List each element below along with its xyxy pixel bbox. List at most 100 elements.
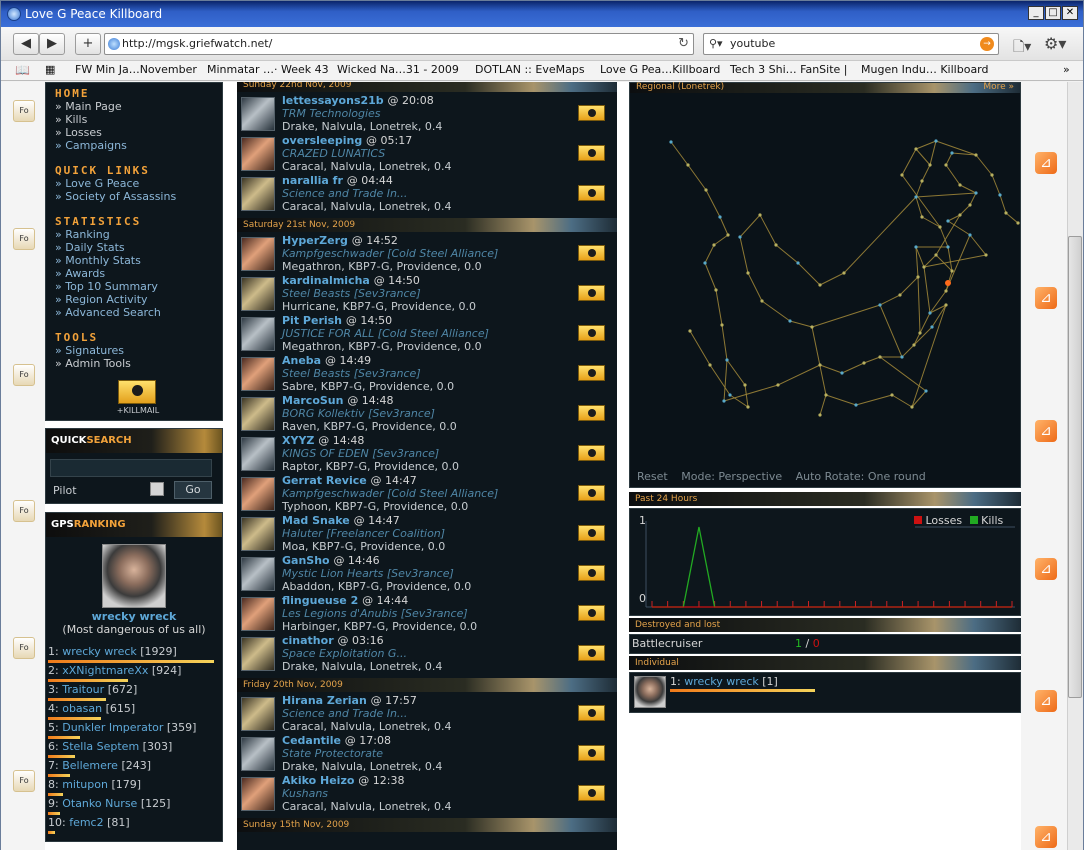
nav-link-monthly-stats[interactable]: » Monthly Stats [55, 254, 220, 267]
victim-corp[interactable]: Kushans [282, 787, 328, 800]
map-system-dot[interactable] [938, 225, 942, 229]
kill-row[interactable]: oversleeping @ 05:17 CRAZED LUNATICS Cara… [241, 133, 613, 173]
victim-corp[interactable]: Space Exploitation G... [282, 647, 407, 660]
killmail-icon[interactable] [578, 405, 605, 421]
nav-link-love-g-peace[interactable]: » Love G Peace [55, 177, 220, 190]
gear-icon[interactable]: ⚙▾ [1044, 34, 1066, 53]
map-system-dot[interactable] [914, 195, 918, 199]
map-system-dot[interactable] [818, 363, 822, 367]
ranking-row[interactable]: 3: Traitour [672] [48, 683, 218, 696]
search-field[interactable]: ⚲▾ youtube → [703, 33, 999, 55]
kill-row[interactable]: lettessayons21b @ 20:08 TRM Technologies … [241, 93, 613, 133]
kill-row[interactable]: Akiko Heizo @ 12:38 Kushans Caracal, Nalv… [241, 773, 613, 813]
nav-link-top-10-summary[interactable]: » Top 10 Summary [55, 280, 220, 293]
killmail-icon[interactable] [578, 145, 605, 161]
victim-pilot[interactable]: oversleeping @ 05:17 [282, 134, 412, 147]
map-system-dot[interactable] [968, 203, 972, 207]
grid-icon[interactable]: ▦ [45, 63, 55, 76]
killmail-icon[interactable] [578, 365, 605, 381]
map-system-dot[interactable] [950, 151, 954, 155]
victim-pilot[interactable]: Cedantile @ 17:08 [282, 734, 391, 747]
map-system-dot[interactable] [878, 355, 882, 359]
victim-pilot[interactable]: MarcoSun @ 14:48 [282, 394, 394, 407]
ship-thumbnail[interactable] [241, 597, 275, 631]
map-system-dot[interactable] [776, 383, 780, 387]
killmail-icon[interactable] [578, 525, 605, 541]
map-system-dot[interactable] [912, 343, 916, 347]
victim-corp[interactable]: Steel Beasts [Sev3rance] [282, 287, 421, 300]
ship-thumbnail[interactable] [241, 737, 275, 771]
map-system-dot[interactable] [898, 293, 902, 297]
map-system-dot[interactable] [824, 393, 828, 397]
victim-corp[interactable]: Steel Beasts [Sev3rance] [282, 367, 421, 380]
map-system-dot[interactable] [984, 253, 988, 257]
killmail-icon[interactable] [578, 245, 605, 261]
map-system-dot[interactable] [958, 183, 962, 187]
map-system-dot[interactable] [878, 303, 882, 307]
killmail-icon[interactable] [578, 705, 605, 721]
bookmark-item[interactable]: DOTLAN :: EveMaps [475, 63, 585, 76]
ship-thumbnail[interactable] [241, 357, 275, 391]
map-system-dot[interactable] [810, 325, 814, 329]
victim-pilot[interactable]: Gerrat Revice @ 14:47 [282, 474, 417, 487]
ranking-row[interactable]: 5: Dunkler Imperator [359] [48, 721, 218, 734]
map-system-dot[interactable] [796, 261, 800, 265]
victim-pilot[interactable]: flingueuse 2 @ 14:44 [282, 594, 408, 607]
victim-pilot[interactable]: Hirana Zerian @ 17:57 [282, 694, 417, 707]
nav-link-awards[interactable]: » Awards [55, 267, 220, 280]
ranking-row[interactable]: 9: Otanko Nurse [125] [48, 797, 218, 810]
map-system-dot[interactable] [720, 323, 724, 327]
killmail-icon[interactable] [578, 785, 605, 801]
ship-thumbnail[interactable] [241, 277, 275, 311]
individual-avatar[interactable] [634, 676, 666, 708]
kill-row[interactable]: narallia fr @ 04:44 Science and Trade In.… [241, 173, 613, 213]
nav-link-admin-tools[interactable]: » Admin Tools [55, 357, 220, 370]
ship-thumbnail[interactable] [241, 437, 275, 471]
killmail-icon[interactable] [578, 325, 605, 341]
victim-corp[interactable]: Haluter [Freelancer Coalition] [282, 527, 445, 540]
ship-thumbnail[interactable] [241, 97, 275, 131]
kill-row[interactable]: Aneba @ 14:49 Steel Beasts [Sev3rance] Sab… [241, 353, 613, 393]
victim-pilot[interactable]: Mad Snake @ 14:47 [282, 514, 400, 527]
map-system-dot[interactable] [746, 271, 750, 275]
ranking-row[interactable]: 6: Stella Septem [303] [48, 740, 218, 753]
victim-pilot[interactable]: Pit Perish @ 14:50 [282, 314, 392, 327]
map-system-dot[interactable] [920, 215, 924, 219]
region-map[interactable] [630, 95, 1020, 465]
victim-corp[interactable]: Science and Trade In... [282, 187, 407, 200]
victim-corp[interactable]: BORG Kollektiv [Sev3rance] [282, 407, 435, 420]
ship-thumbnail[interactable] [241, 137, 275, 171]
map-system-dot[interactable] [708, 363, 712, 367]
ship-thumbnail[interactable] [241, 397, 275, 431]
map-system-dot[interactable] [738, 235, 742, 239]
map-system-dot[interactable] [842, 271, 846, 275]
ship-thumbnail[interactable] [241, 557, 275, 591]
kill-row[interactable]: cinathor @ 03:16 Space Exploitation G... … [241, 633, 613, 673]
kill-row[interactable]: GanSho @ 14:46 Mystic Lion Hearts [Sev3ra… [241, 553, 613, 593]
map-system-dot[interactable] [774, 243, 778, 247]
ship-thumbnail[interactable] [241, 237, 275, 271]
killmail-icon[interactable] [578, 645, 605, 661]
victim-corp[interactable]: Mystic Lion Hearts [Sev3rance] [282, 567, 454, 580]
quicksearch-go-button[interactable]: Go [174, 481, 212, 499]
kill-row[interactable]: flingueuse 2 @ 14:44 Les Legions d'Anubis… [241, 593, 613, 633]
forward-button[interactable]: ▶ [39, 33, 65, 55]
map-system-dot[interactable] [1016, 221, 1020, 225]
kill-row[interactable]: kardinalmicha @ 14:50 Steel Beasts [Sev3r… [241, 273, 613, 313]
map-system-dot[interactable] [725, 358, 729, 362]
nav-link-kills[interactable]: » Kills [55, 113, 220, 126]
killmail-icon[interactable] [578, 485, 605, 501]
map-system-dot[interactable] [990, 173, 994, 177]
map-system-dot[interactable] [910, 405, 914, 409]
map-system-dot[interactable] [974, 153, 978, 157]
map-system-dot[interactable] [669, 140, 673, 144]
victim-pilot[interactable]: XYYZ @ 14:48 [282, 434, 364, 447]
map-system-dot[interactable] [714, 288, 718, 292]
nav-link-region-activity[interactable]: » Region Activity [55, 293, 220, 306]
ranking-row[interactable]: 1: wrecky wreck [1929] [48, 645, 218, 658]
ship-thumbnail[interactable] [241, 697, 275, 731]
bookmark-item[interactable]: Tech 3 Shi… FanSite | [730, 63, 848, 76]
map-system-dot[interactable] [914, 245, 918, 249]
ship-thumbnail[interactable] [241, 637, 275, 671]
search-go-icon[interactable]: → [980, 37, 994, 51]
